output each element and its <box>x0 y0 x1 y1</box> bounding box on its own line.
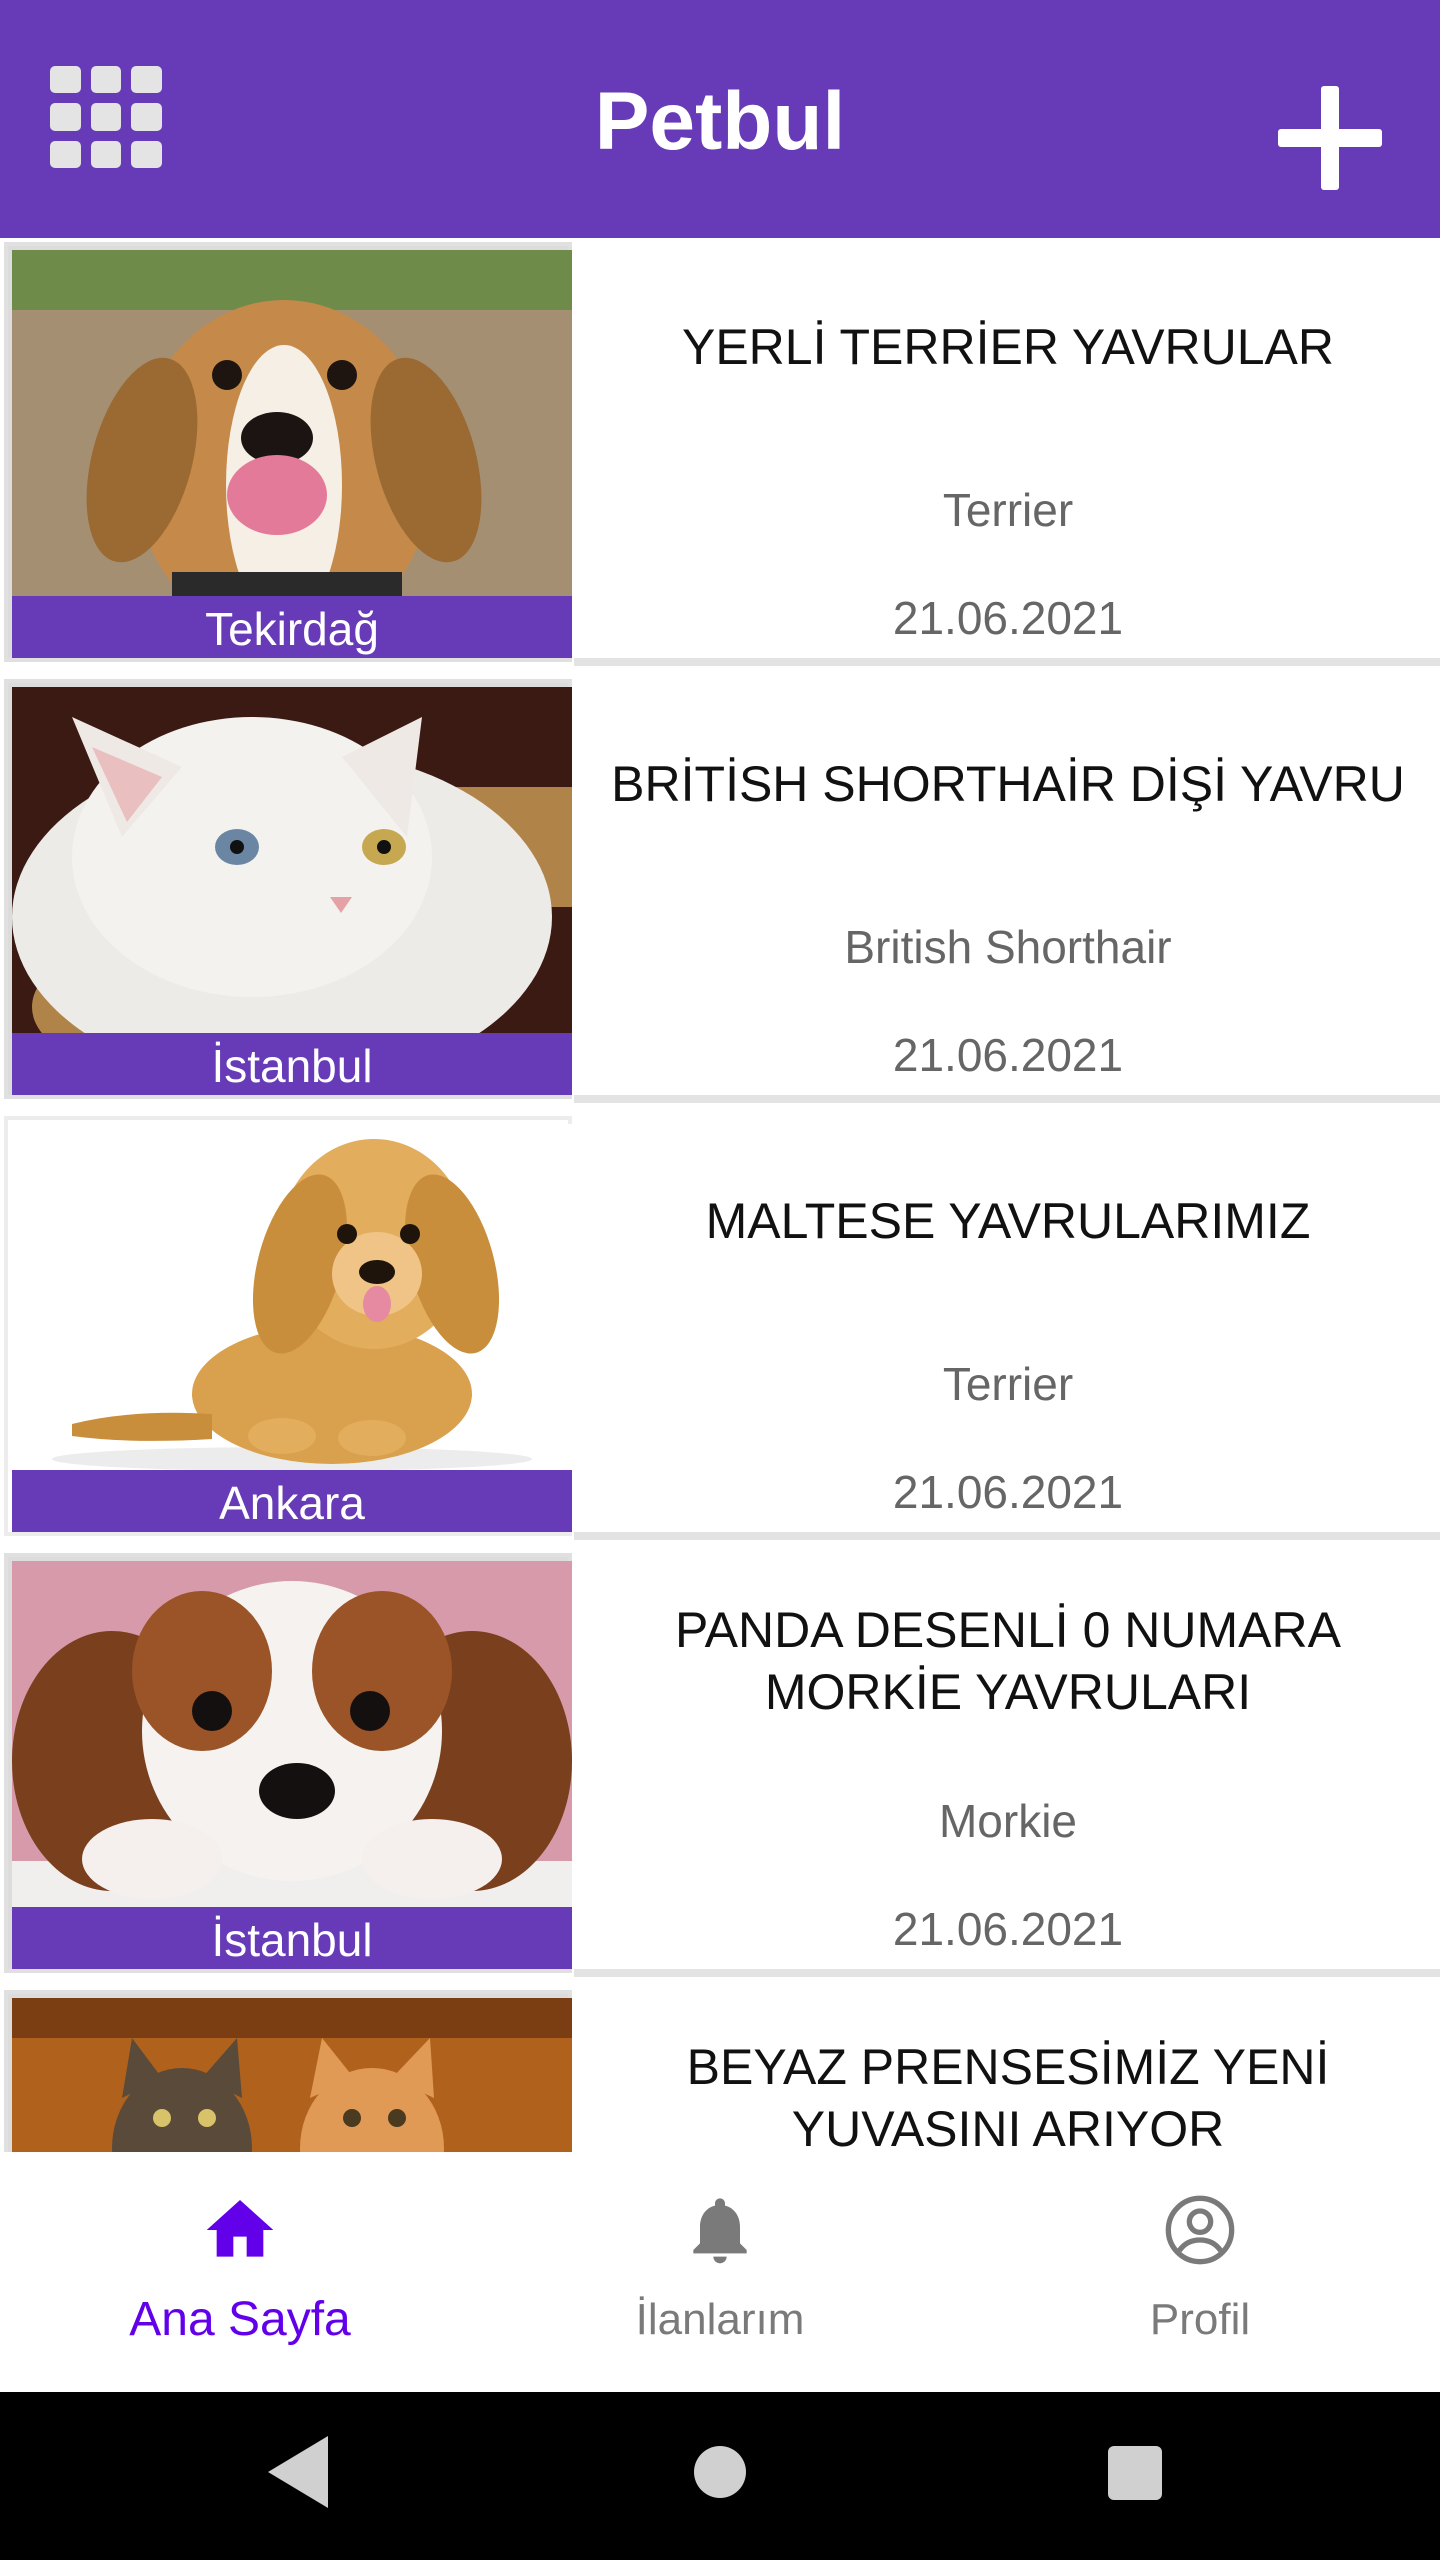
listing-city: Ankara <box>12 1470 572 1532</box>
grid-menu-icon[interactable] <box>50 66 162 168</box>
listing-card[interactable]: BEYAZ PRENSESİMİZ YENİ YUVASINI ARIYOR <box>0 1986 1440 2152</box>
home-circle-icon[interactable] <box>694 2446 746 2498</box>
listing-title: BRİTİSH SHORTHAİR DİŞİ YAVRU <box>611 756 1405 812</box>
listing-date: 21.06.2021 <box>892 1903 1124 1955</box>
listing-date: 21.06.2021 <box>892 592 1124 644</box>
listing-city: İstanbul <box>12 1907 572 1969</box>
listing-card[interactable]: Ankara MALTESE YAVRULARIMIZ Terrier 21.0… <box>0 1112 1440 1540</box>
listing-breed: British Shorthair <box>844 921 1172 973</box>
add-listing-button[interactable] <box>1278 86 1382 190</box>
listing-list[interactable]: Tekirdağ YERLİ TERRİER YAVRULAR Terrier … <box>0 238 1440 2152</box>
nav-home-label: Ana Sayfa <box>129 2293 351 2346</box>
listing-card[interactable]: İstanbul BRİTİSH SHORTHAİR DİŞİ YAVRU Br… <box>0 675 1440 1103</box>
listing-title: PANDA DESENLİ 0 NUMARA MORKİE YAVRULARI <box>675 1602 1341 1720</box>
cavalier-puppy-photo <box>12 1561 572 1907</box>
bell-icon <box>693 2198 747 2264</box>
listing-title: MALTESE YAVRULARIMIZ <box>705 1193 1311 1249</box>
white-cat-photo <box>12 687 572 1033</box>
listing-date: 21.06.2021 <box>892 1029 1124 1081</box>
listing-card[interactable]: İstanbul PANDA DESENLİ 0 NUMARA MORKİE Y… <box>0 1549 1440 1977</box>
nav-profile-label: Profil <box>1149 2295 1251 2344</box>
golden-puppy-photo <box>12 1124 572 1470</box>
nav-my-listings[interactable]: İlanlarım <box>480 2152 960 2392</box>
app-bar: Petbul <box>0 0 1440 238</box>
listing-breed: Terrier <box>942 484 1074 536</box>
listing-city: Tekirdağ <box>12 596 572 658</box>
listing-title: BEYAZ PRENSESİMİZ YENİ YUVASINI ARIYOR <box>686 2039 1330 2152</box>
listing-breed: Morkie <box>938 1795 1078 1847</box>
recents-icon[interactable] <box>1108 2446 1162 2500</box>
nav-profile[interactable]: Profil <box>960 2152 1440 2392</box>
bottom-navigation: Ana Sayfa İlanlarım Profil <box>0 2152 1440 2392</box>
app-title: Petbul <box>594 76 846 167</box>
listing-thumbnail: İstanbul <box>4 1553 572 1973</box>
beagle-photo <box>12 250 572 596</box>
system-navigation-bar <box>0 2392 1440 2560</box>
listing-breed: Terrier <box>942 1358 1074 1410</box>
nav-home[interactable]: Ana Sayfa <box>0 2152 480 2392</box>
listing-date: 21.06.2021 <box>892 1466 1124 1518</box>
account-circle-icon <box>1165 2195 1235 2265</box>
listing-title: YERLİ TERRİER YAVRULAR <box>681 319 1335 375</box>
listing-thumbnail: Tekirdağ <box>4 242 572 662</box>
two-cats-photo <box>12 1998 572 2152</box>
listing-card[interactable]: Tekirdağ YERLİ TERRİER YAVRULAR Terrier … <box>0 238 1440 666</box>
back-icon[interactable] <box>268 2436 328 2508</box>
listing-thumbnail <box>4 1990 572 2152</box>
home-icon <box>206 2200 274 2257</box>
nav-my-listings-label: İlanlarım <box>635 2295 805 2344</box>
listing-thumbnail: Ankara <box>4 1116 572 1536</box>
listing-city: İstanbul <box>12 1033 572 1095</box>
listing-thumbnail: İstanbul <box>4 679 572 1099</box>
